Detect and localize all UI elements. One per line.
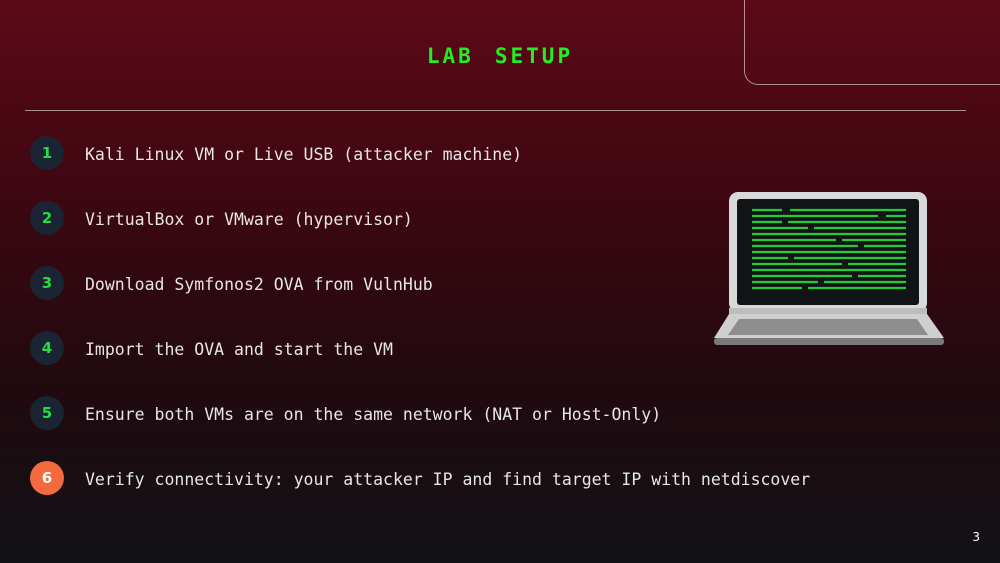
step-text: Ensure both VMs are on the same network …	[85, 405, 662, 424]
step-text: Download Symfonos2 OVA from VulnHub	[85, 275, 433, 294]
step-number-badge: 1	[30, 136, 64, 170]
step-text: Import the OVA and start the VM	[85, 340, 393, 359]
step-number-badge: 2	[30, 201, 64, 235]
step-number-badge: 3	[30, 266, 64, 300]
page-number: 3	[972, 530, 980, 544]
step-number-badge: 5	[30, 396, 64, 430]
step-number-badge: 4	[30, 331, 64, 365]
step-text: Verify connectivity: your attacker IP an…	[85, 470, 811, 489]
step-text: VirtualBox or VMware (hypervisor)	[85, 210, 413, 229]
title-divider	[25, 110, 966, 111]
step-text: Kali Linux VM or Live USB (attacker mach…	[85, 145, 523, 164]
laptop-terminal-icon	[712, 190, 946, 358]
step-number-badge-active: 6	[30, 461, 64, 495]
slide-title: Lab Setup	[426, 36, 574, 71]
